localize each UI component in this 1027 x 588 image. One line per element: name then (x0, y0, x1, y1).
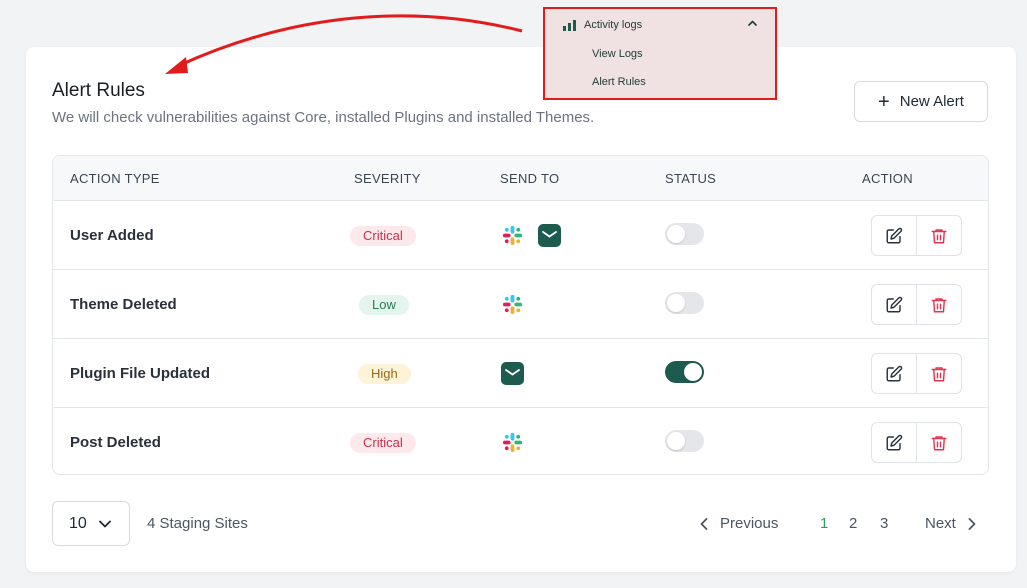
annotation-arrow (165, 14, 523, 74)
bar-chart-icon (563, 19, 576, 31)
chevron-up-icon[interactable] (748, 20, 757, 26)
activity-logs-label: Activity logs (584, 19, 643, 31)
menu-item-view-logs[interactable]: View Logs (592, 48, 643, 60)
menu-item-alert-rules[interactable]: Alert Rules (592, 76, 646, 88)
activity-logs-menu-callout: Activity logs View Logs Alert Rules (543, 7, 777, 100)
activity-logs-menu-header[interactable]: Activity logs (563, 19, 642, 31)
